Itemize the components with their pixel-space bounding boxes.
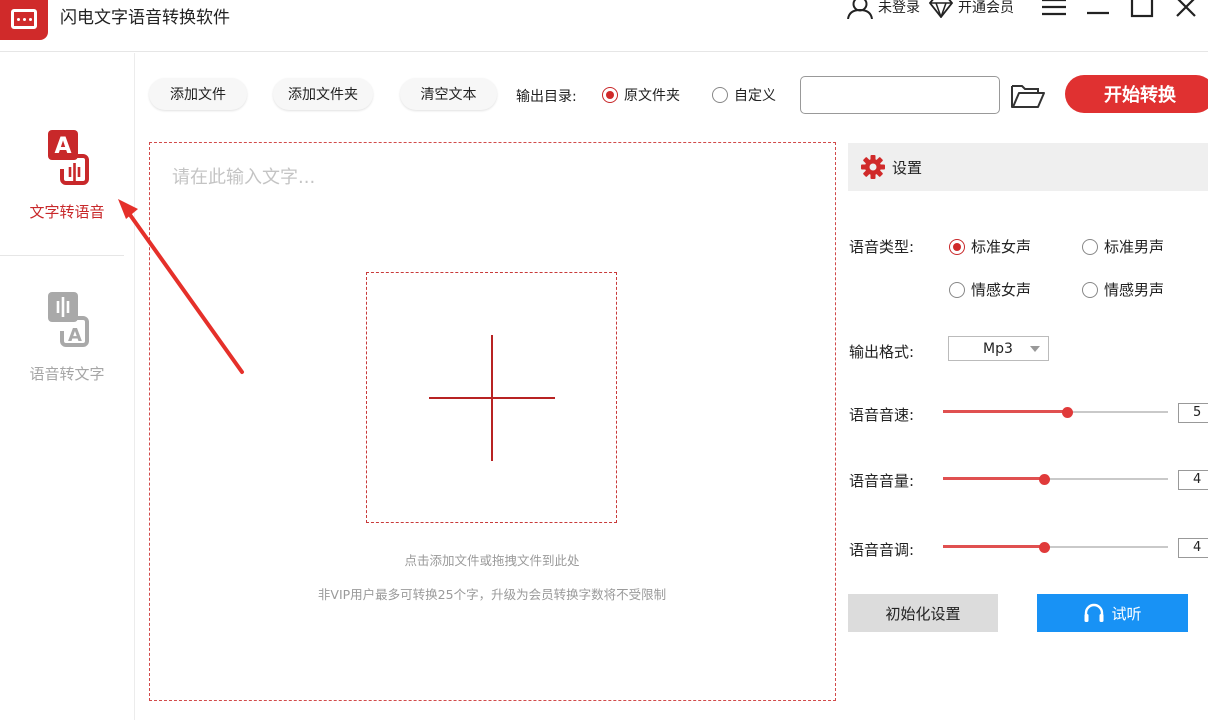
volume-label: 语音音量: (849, 472, 915, 490)
add-file-dropzone[interactable] (366, 272, 617, 523)
slider-fill (943, 545, 1045, 548)
pitch-value-box[interactable]: 4 (1178, 538, 1208, 558)
output-format-value: Mp3 (983, 340, 1013, 357)
radio-label: 标准女声 (971, 238, 1032, 256)
speed-slider[interactable] (943, 405, 1168, 419)
voice-emotional-male-radio[interactable]: 情感男声 (1082, 279, 1164, 300)
speech-to-text-icon: A (48, 292, 89, 347)
slider-thumb[interactable] (1061, 407, 1073, 418)
sidebar-divider (0, 255, 124, 256)
sidebar-item-speech-to-text[interactable]: A 语音转文字 (0, 289, 134, 384)
title-bar: 闪电文字语音转换软件 未登录 开通会员 (0, 0, 1208, 52)
minimize-button[interactable] (1076, 0, 1120, 22)
radio-unchecked-icon (949, 281, 965, 298)
menu-button[interactable] (1032, 0, 1076, 22)
user-icon (847, 0, 873, 19)
app-logo-icon (0, 0, 48, 40)
voice-emotional-female-radio[interactable]: 情感女声 (949, 279, 1031, 300)
radio-checked-icon (949, 238, 965, 255)
svg-text:A: A (54, 134, 71, 159)
radio-checked-icon (602, 87, 618, 103)
speed-label: 语音音速: (849, 406, 915, 424)
drop-hint-text: 点击添加文件或拖拽文件到此处 (404, 553, 580, 568)
start-convert-button[interactable]: 开始转换 (1065, 75, 1208, 113)
headphones-icon (1084, 603, 1104, 622)
svg-text:A: A (68, 325, 82, 346)
reset-settings-button[interactable]: 初始化设置 (848, 594, 998, 632)
text-input[interactable] (172, 163, 812, 223)
radio-unchecked-icon (1082, 238, 1098, 255)
diamond-icon (928, 0, 954, 18)
app-title: 闪电文字语音转换软件 (60, 8, 230, 28)
close-button[interactable] (1164, 0, 1208, 22)
radio-label: 情感女声 (971, 281, 1032, 299)
slider-fill (943, 410, 1067, 413)
browse-folder-button[interactable] (1008, 80, 1048, 112)
slider-thumb[interactable] (1039, 542, 1051, 553)
sidebar: A 文字转语音 A 语音转文字 (0, 53, 135, 720)
maximize-button[interactable] (1120, 0, 1164, 22)
text-editor-area: 点击添加文件或拖拽文件到此处 非VIP用户最多可转换25个字，升级为会员转换字数… (149, 142, 836, 701)
settings-title: 设置 (892, 158, 923, 177)
minimize-icon (1087, 11, 1109, 15)
sidebar-item-text-to-speech[interactable]: A 文字转语音 (0, 127, 134, 222)
radio-label: 自定义 (734, 88, 776, 104)
vip-label: 开通会员 (958, 0, 1014, 16)
preview-listen-label: 试听 (1111, 604, 1142, 623)
menu-icon (1042, 0, 1066, 16)
sidebar-item-label: 语音转文字 (29, 365, 105, 383)
preview-listen-button[interactable]: 试听 (1037, 594, 1188, 632)
output-custom-radio[interactable]: 自定义 (712, 85, 776, 105)
maximize-icon (1130, 0, 1154, 18)
add-folder-button[interactable]: 添加文件夹 (273, 78, 373, 110)
add-file-button[interactable]: 添加文件 (149, 78, 247, 110)
slider-fill (943, 477, 1045, 480)
radio-label: 标准男声 (1104, 238, 1165, 256)
volume-slider[interactable] (943, 472, 1168, 486)
radio-label: 情感男声 (1104, 281, 1165, 299)
radio-label: 原文件夹 (624, 88, 680, 104)
dropdown-arrow-icon (1030, 346, 1040, 352)
clear-text-button[interactable]: 清空文本 (400, 78, 497, 110)
vip-limit-text: 非VIP用户最多可转换25个字，升级为会员转换字数将不受限制 (317, 587, 667, 602)
radio-unchecked-icon (1082, 281, 1098, 298)
voice-standard-male-radio[interactable]: 标准男声 (1082, 236, 1164, 257)
login-button[interactable]: 未登录 (846, 0, 920, 19)
text-to-speech-icon: A (48, 130, 89, 185)
vip-button[interactable]: 开通会员 (928, 0, 1014, 18)
close-icon (1176, 0, 1196, 17)
radio-unchecked-icon (712, 87, 728, 103)
volume-value-box[interactable]: 4 (1178, 470, 1208, 490)
folder-open-icon (1011, 85, 1045, 108)
sidebar-item-label: 文字转语音 (29, 203, 105, 221)
gear-icon (861, 155, 885, 179)
output-dir-label: 输出目录: (516, 89, 577, 105)
plus-icon (491, 335, 493, 461)
output-path-input[interactable] (800, 76, 1000, 114)
voice-standard-female-radio[interactable]: 标准女声 (949, 236, 1031, 257)
pitch-label: 语音音调: (849, 541, 915, 559)
login-label: 未登录 (878, 0, 920, 16)
output-original-radio[interactable]: 原文件夹 (602, 85, 680, 105)
output-format-select[interactable]: Mp3 (948, 336, 1049, 361)
pitch-slider[interactable] (943, 540, 1168, 554)
output-format-label: 输出格式: (849, 343, 915, 361)
settings-header: 设置 (848, 143, 1208, 191)
slider-thumb[interactable] (1039, 474, 1051, 485)
speed-value-box[interactable]: 5 (1178, 403, 1208, 423)
voice-type-label: 语音类型: (849, 238, 915, 256)
